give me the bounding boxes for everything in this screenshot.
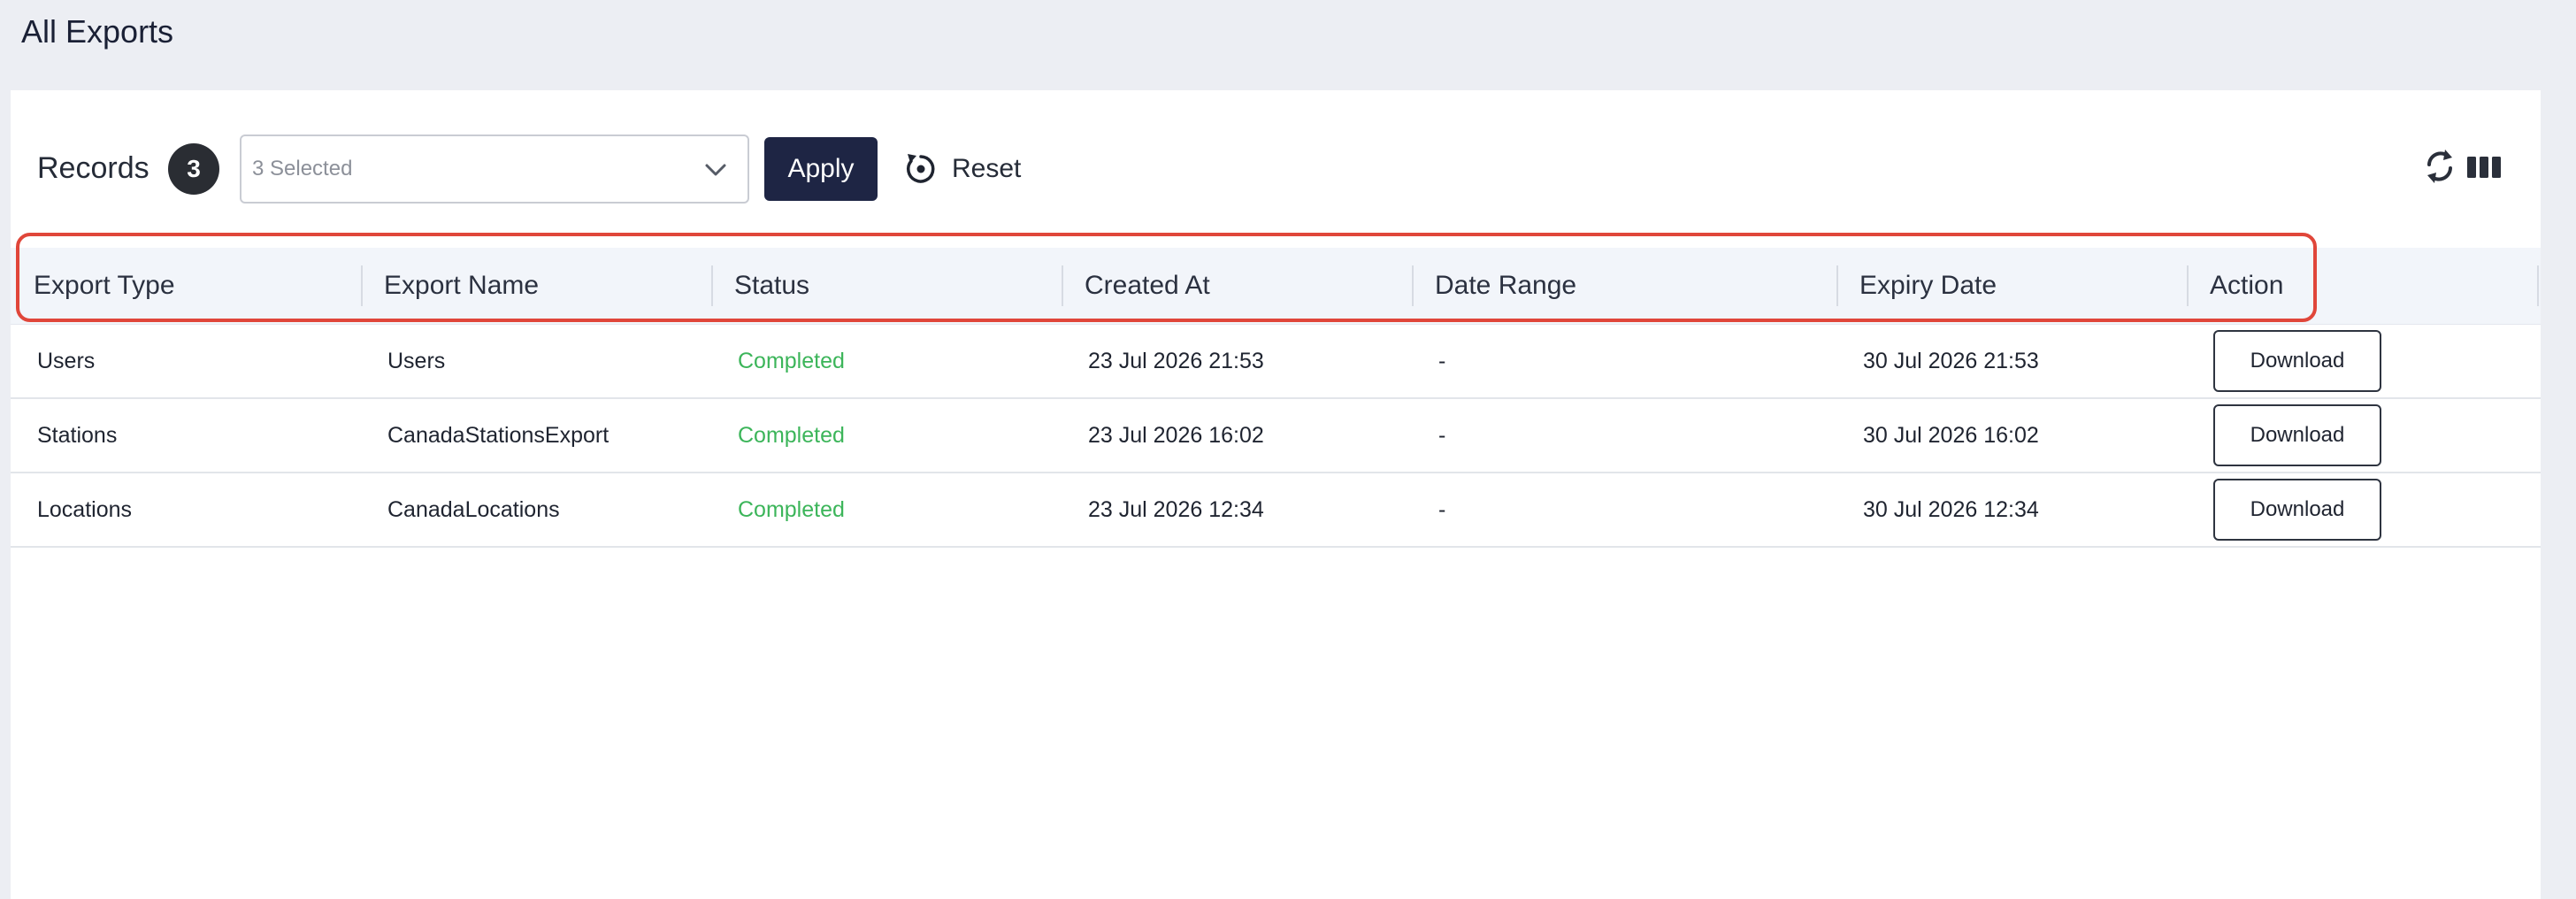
cell-date-range: - — [1438, 497, 1446, 522]
exports-card: Records 3 3 Selected Apply Reset Export … — [11, 90, 2541, 899]
records-label: Records — [37, 151, 150, 185]
cell-export-name: Users — [387, 349, 446, 373]
cell-export-name: CanadaStationsExport — [387, 423, 610, 448]
download-button[interactable]: Download — [2213, 404, 2381, 466]
refresh-icon[interactable] — [2422, 147, 2457, 186]
cell-status: Completed — [738, 423, 845, 448]
cell-status: Completed — [738, 349, 845, 373]
table-row: Users Users Completed 23 Jul 2026 21:53 … — [11, 325, 2541, 399]
column-divider[interactable] — [2537, 265, 2539, 306]
cell-created-at: 23 Jul 2026 21:53 — [1088, 349, 1264, 373]
table-row: Locations CanadaLocations Completed 23 J… — [11, 473, 2541, 548]
cell-export-type: Stations — [37, 423, 118, 448]
reset-icon — [906, 154, 935, 183]
download-button[interactable]: Download — [2213, 479, 2381, 541]
cell-export-name: CanadaLocations — [387, 497, 560, 522]
column-header-created-at[interactable]: Created At — [1062, 248, 1210, 324]
column-header-expiry-date[interactable]: Expiry Date — [1836, 248, 1997, 324]
column-header-date-range[interactable]: Date Range — [1412, 248, 1576, 324]
apply-button[interactable]: Apply — [764, 137, 878, 201]
download-button[interactable]: Download — [2213, 330, 2381, 392]
export-type-select[interactable]: 3 Selected — [240, 134, 749, 204]
column-header-export-type[interactable]: Export Type — [11, 248, 175, 324]
cell-created-at: 23 Jul 2026 16:02 — [1088, 423, 1264, 448]
page-title: All Exports — [21, 13, 174, 50]
reset-button[interactable]: Reset — [902, 140, 1021, 198]
cell-created-at: 23 Jul 2026 12:34 — [1088, 497, 1264, 522]
export-type-select-value: 3 Selected — [252, 157, 353, 181]
cell-status: Completed — [738, 497, 845, 522]
chevron-down-icon — [705, 164, 726, 176]
column-header-status[interactable]: Status — [711, 248, 809, 324]
reset-label: Reset — [952, 154, 1022, 183]
table-header-row: Export Type Export Name Status Created A… — [11, 248, 2541, 325]
column-header-action: Action — [2210, 271, 2284, 300]
exports-table: Export Type Export Name Status Created A… — [11, 248, 2541, 548]
records-count-badge: 3 — [168, 143, 219, 195]
table-row: Stations CanadaStationsExport Completed … — [11, 399, 2541, 473]
cell-date-range: - — [1438, 423, 1446, 448]
cell-expiry-date: 30 Jul 2026 16:02 — [1863, 423, 2039, 448]
cell-expiry-date: 30 Jul 2026 21:53 — [1863, 349, 2039, 373]
cell-export-type: Locations — [37, 497, 133, 522]
cell-date-range: - — [1438, 349, 1446, 373]
column-header-export-name[interactable]: Export Name — [361, 248, 539, 324]
toolbar: Records 3 3 Selected Apply Reset — [11, 90, 2541, 248]
columns-icon[interactable] — [2466, 154, 2502, 181]
cell-export-type: Users — [37, 349, 96, 373]
cell-expiry-date: 30 Jul 2026 12:34 — [1863, 497, 2039, 522]
